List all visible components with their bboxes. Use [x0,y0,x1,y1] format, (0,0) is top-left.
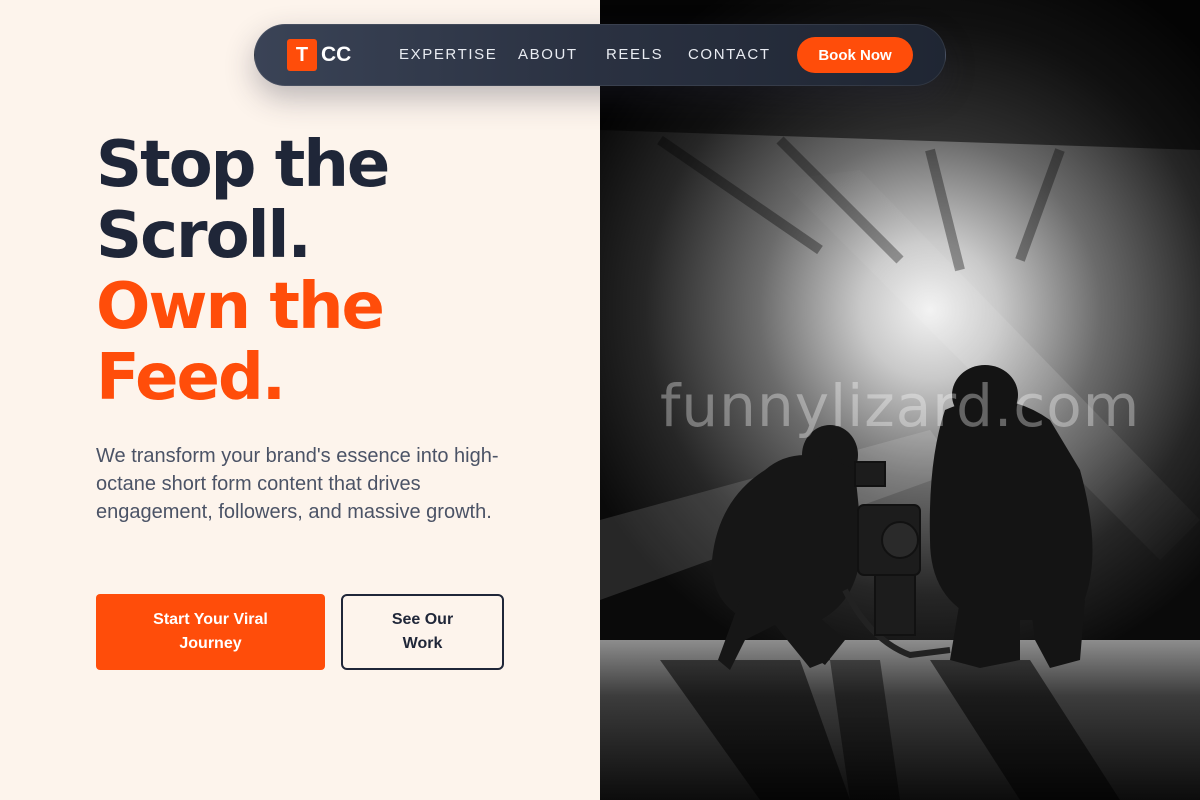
headline-line-2: Scroll. [96,199,312,273]
see-our-work-button[interactable]: See Our Work [341,594,504,670]
brand-logo[interactable]: T CC [287,39,351,71]
hero-description: We transform your brand's essence into h… [96,445,499,523]
book-now-button[interactable]: Book Now [797,37,913,73]
nav-link-about[interactable]: ABOUT [518,46,578,63]
hero-headline: Stop the Scroll. Own the Feed. [96,128,390,415]
logo-text: CC [321,43,352,66]
hero-image: funnylizard.com [600,0,1200,800]
headline-line-3: Own the [96,270,385,344]
hero-left-panel: Stop the Scroll. Own the Feed. We transf… [0,0,600,800]
watermark-text: funnylizard.com [660,372,1141,440]
start-viral-journey-button[interactable]: Start Your Viral Journey [96,594,325,670]
nav-link-expertise[interactable]: EXPERTISE [399,46,497,63]
headline-line-1: Stop the [96,128,390,202]
logo-mark: T [287,39,317,71]
nav-link-contact[interactable]: CONTACT [688,46,771,63]
headline-line-4: Feed. [96,341,286,415]
top-navigation: T CC EXPERTISE ABOUT REELS CONTACT Book … [254,24,946,86]
nav-link-reels[interactable]: REELS [606,46,663,63]
